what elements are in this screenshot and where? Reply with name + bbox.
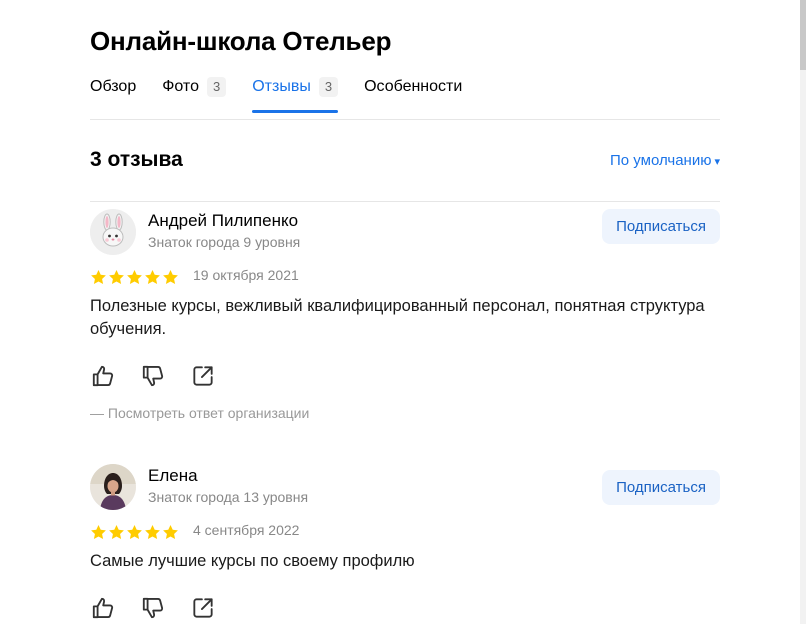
share-icon[interactable]: [190, 363, 216, 389]
review-text: Самые лучшие курсы по своему профилю: [90, 552, 415, 570]
star-icon: [91, 525, 106, 540]
thumbs-up-icon[interactable]: [90, 595, 116, 621]
share-icon[interactable]: [190, 595, 216, 621]
tab-count-badge: 3: [318, 77, 339, 97]
review-card: Андрей Пилипенко Знаток города 9 уровня …: [90, 209, 720, 429]
rating-stars: [90, 269, 180, 286]
star-icon: [163, 525, 178, 540]
tab-label: Обзор: [90, 78, 137, 95]
star-icon: [109, 525, 124, 540]
avatar[interactable]: [90, 464, 136, 510]
star-icon: [163, 270, 178, 285]
tab-features[interactable]: Особенности: [364, 75, 462, 99]
review-actions: [90, 595, 240, 621]
tab-label: Фото: [162, 78, 199, 95]
bunny-emoji-icon: [90, 209, 136, 255]
reviews-count-heading: 3 отзыва: [90, 148, 183, 171]
author-level: Знаток города 13 уровня: [148, 489, 309, 505]
divider: [90, 201, 720, 202]
star-icon: [127, 525, 142, 540]
sort-label: По умолчанию: [610, 152, 712, 169]
divider: [90, 119, 720, 120]
subscribe-button[interactable]: Подписаться: [602, 470, 720, 505]
star-icon: [127, 270, 142, 285]
tab-label: Отзывы: [252, 78, 311, 95]
thumbs-up-icon[interactable]: [90, 363, 116, 389]
thumbs-down-icon[interactable]: [140, 363, 166, 389]
chevron-down-icon: ▾: [714, 156, 720, 168]
review-author[interactable]: Андрей Пилипенко: [148, 211, 298, 231]
thumbs-down-icon[interactable]: [140, 595, 166, 621]
user-photo: [90, 464, 136, 510]
star-icon: [145, 525, 160, 540]
tab-count-badge: 3: [206, 77, 227, 97]
author-level: Знаток города 9 уровня: [148, 234, 301, 250]
scrollbar-track[interactable]: [800, 0, 806, 624]
view-org-reply-link[interactable]: — Посмотреть ответ организации: [90, 405, 309, 421]
review-author[interactable]: Елена: [148, 466, 198, 486]
tab-label: Особенности: [364, 78, 463, 95]
review-text: Полезные курсы, вежливый квалифицированн…: [90, 297, 705, 338]
tab-photos[interactable]: Фото 3: [162, 75, 227, 99]
page-title: Онлайн-школа Отельер: [90, 26, 392, 56]
rating-stars: [90, 524, 180, 541]
review-card: Елена Знаток города 13 уровня Подписатьс…: [90, 464, 720, 624]
star-icon: [91, 270, 106, 285]
scrollbar-thumb[interactable]: [800, 0, 806, 70]
tab-reviews[interactable]: Отзывы 3: [252, 75, 339, 113]
tab-overview[interactable]: Обзор: [90, 75, 136, 99]
subscribe-button[interactable]: Подписаться: [602, 209, 720, 244]
star-icon: [109, 270, 124, 285]
tab-bar: Обзор Фото 3 Отзывы 3 Особенности: [90, 75, 488, 113]
sort-dropdown[interactable]: По умолчанию ▾: [610, 152, 720, 169]
review-date: 4 сентября 2022: [193, 522, 300, 538]
star-icon: [145, 270, 160, 285]
avatar[interactable]: [90, 209, 136, 255]
review-date: 19 октября 2021: [193, 267, 299, 283]
review-actions: [90, 363, 240, 389]
